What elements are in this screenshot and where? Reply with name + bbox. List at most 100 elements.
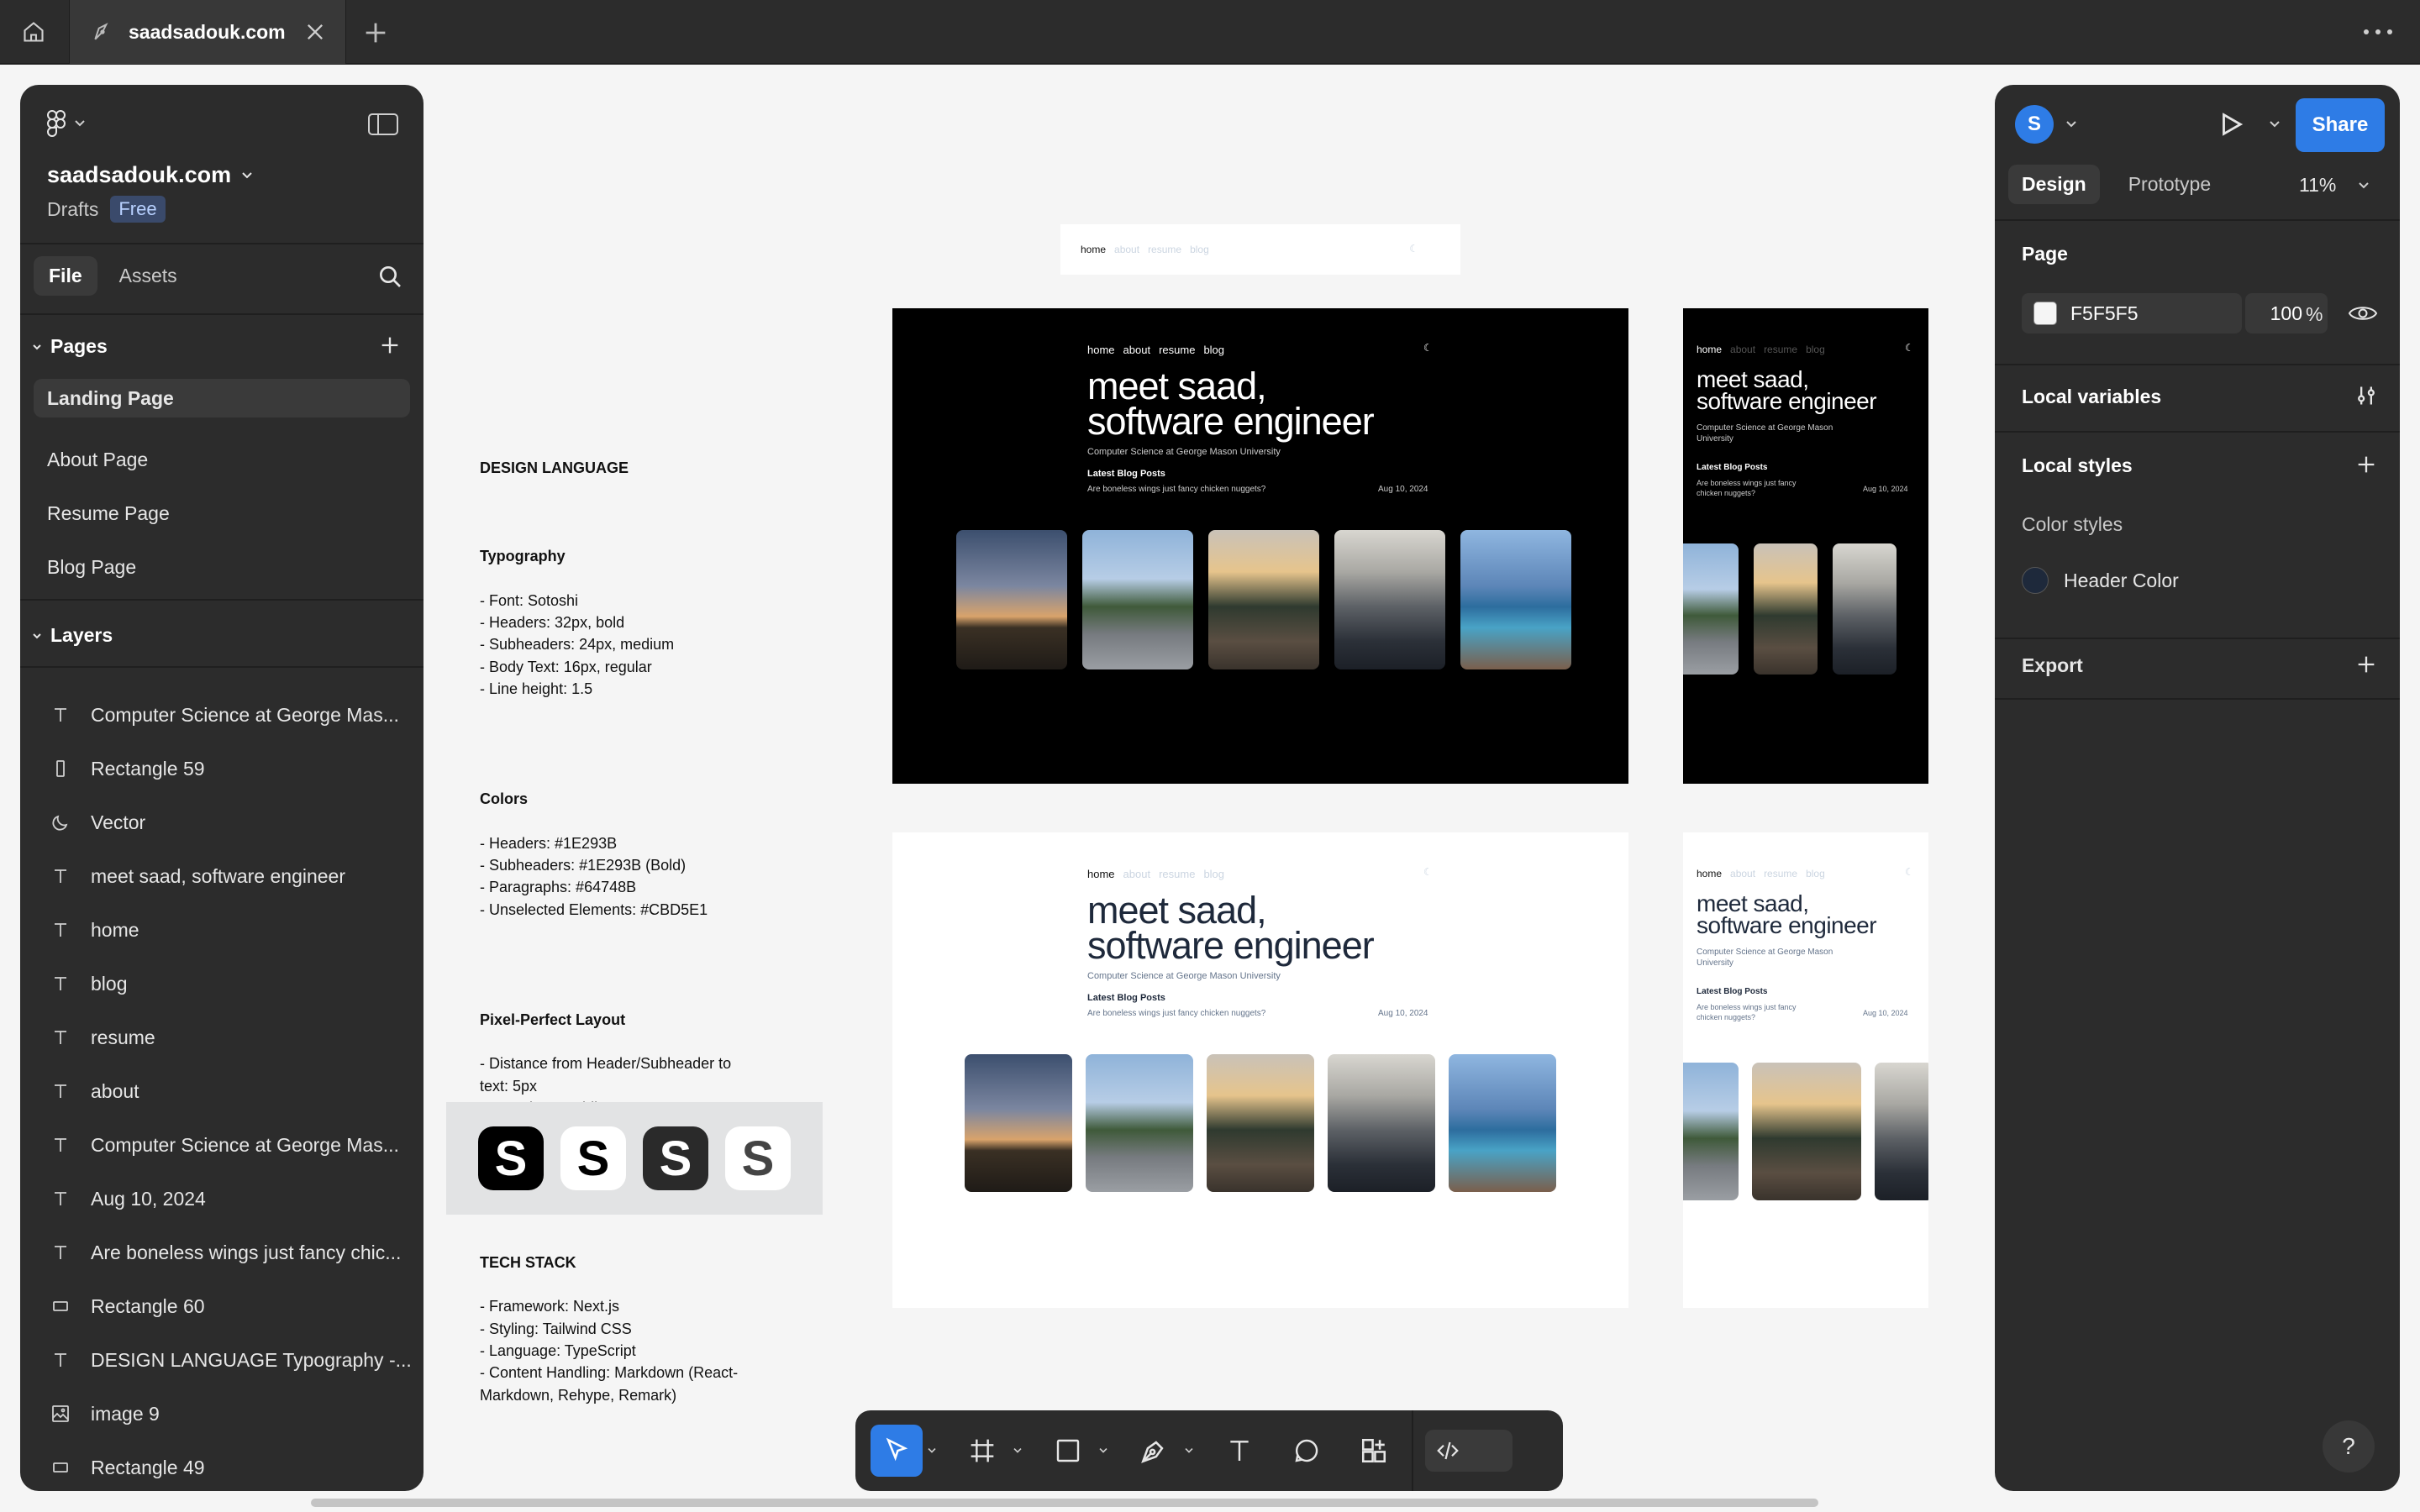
layer-item[interactable]: image 9 [20,1387,424,1441]
left-panel-tabs: File Assets [34,256,199,296]
layers-section-header[interactable]: Layers [29,624,113,647]
layer-item[interactable]: DESIGN LANGUAGE Typography -... [20,1333,424,1387]
zoom-menu[interactable]: 11% [2299,174,2370,197]
nav-resume: resume [1764,868,1798,879]
search-icon[interactable] [376,263,403,290]
text-tool[interactable] [1213,1425,1265,1477]
local-variables-title[interactable]: Local variables [2022,386,2161,408]
frame-tool[interactable] [956,1425,1008,1477]
eye-icon[interactable] [2348,302,2378,325]
divider [1995,431,2400,433]
sidebar-toggle-icon[interactable] [368,113,398,135]
page-item-about[interactable]: About Page [34,433,410,486]
horizontal-scrollbar[interactable] [311,1499,1818,1507]
photo-carousel [956,530,1586,669]
present-play-icon[interactable] [2217,110,2245,139]
chevron-down-icon[interactable] [2269,120,2281,129]
new-tab-button[interactable] [361,18,390,47]
layer-item[interactable]: Rectangle 49 [20,1441,424,1491]
layer-item[interactable]: home [20,903,424,957]
move-tool[interactable] [871,1425,923,1477]
layer-item[interactable]: blog [20,957,424,1011]
file-name-menu[interactable]: saadsadouk.com [47,162,253,188]
shape-tool-menu[interactable] [1094,1425,1113,1477]
photo-cafe [1328,1054,1435,1192]
layer-item[interactable]: Rectangle 60 [20,1279,424,1333]
layer-item[interactable]: resume [20,1011,424,1064]
tab-file[interactable]: File [34,256,97,296]
rectangle-tool[interactable] [1042,1425,1094,1477]
hero-subtitle: Computer Science at George Mason Univers… [1087,447,1281,457]
tab-assets[interactable]: Assets [104,256,192,296]
nav-blog: blog [1203,868,1225,880]
bottom-toolbar [855,1410,1563,1491]
add-style-icon[interactable] [2354,453,2378,476]
text-icon [49,1187,72,1210]
frame-nav: home about resume blog [1087,868,1233,880]
colors-block: Colors - Headers: #1E293B - Subheaders: … [480,766,833,942]
figma-file-icon [94,23,108,40]
photo-golden-palms [1752,1063,1861,1200]
avatar[interactable]: S [2015,105,2054,144]
dev-mode-toggle[interactable] [1425,1430,1512,1472]
logo-gray-square: S [643,1126,708,1190]
tab-design[interactable]: Design [2008,165,2100,204]
frame-mobile-dark[interactable]: home about resume blog ☾ meet saad, softw… [1683,308,1928,784]
post-title-line-1: Are boneless wings just fancy [1697,1003,1797,1011]
chevron-down-icon[interactable] [2065,120,2077,129]
page-item-landing[interactable]: Landing Page [34,379,410,417]
latest-posts-label: Latest Blog Posts [1697,987,1768,996]
frame-tool-menu[interactable] [1008,1425,1027,1477]
page-item-blog[interactable]: Blog Page [34,540,410,594]
drafts-link[interactable]: Drafts [47,198,98,221]
frame-desktop-light[interactable]: home about resume blog ☾ meet saad, softw… [892,832,1628,1308]
fill-opacity-value[interactable]: 100 [2270,302,2302,325]
tech-stack-title: TECH STACK [480,1253,576,1271]
layer-item[interactable]: Computer Science at George Mas... [20,688,424,742]
close-icon[interactable] [303,20,327,44]
nav-component[interactable]: home about resume blog ☾ [1060,224,1460,275]
add-page-icon[interactable] [378,333,402,357]
layer-item[interactable]: Are boneless wings just fancy chic... [20,1226,424,1279]
photo-sunset [956,530,1067,669]
move-tool-menu[interactable] [923,1425,941,1477]
color-style-swatch [2022,567,2049,594]
fill-hex-value[interactable]: F5F5F5 [2070,302,2139,325]
frame-desktop-dark[interactable]: home about resume blog ☾ meet saad, softw… [892,308,1628,784]
more-icon[interactable] [2361,22,2395,42]
design-language-text[interactable]: DESIGN LANGUAGE Typography - Font: Sotos… [480,435,833,1450]
variables-settings-icon[interactable] [2354,384,2378,407]
pen-tool[interactable] [1128,1425,1180,1477]
latest-posts-label: Latest Blog Posts [1697,463,1768,472]
add-export-icon[interactable] [2354,653,2378,676]
tab-prototype[interactable]: Prototype [2115,165,2224,204]
layer-item[interactable]: about [20,1064,424,1118]
nav-blog: blog [1190,244,1209,255]
home-button[interactable] [0,0,67,64]
nav-blog: blog [1806,344,1825,355]
main-menu-button[interactable] [47,108,97,139]
layer-item[interactable]: meet saad, software engineer [20,849,424,903]
layer-item[interactable]: Aug 10, 2024 [20,1172,424,1226]
color-style-item[interactable]: Header Color [2022,567,2179,594]
pen-tool-menu[interactable] [1180,1425,1198,1477]
page-item-resume[interactable]: Resume Page [34,486,410,540]
fill-swatch[interactable] [2033,302,2057,325]
page-section-title: Page [2022,243,2068,265]
share-button[interactable]: Share [2296,98,2385,152]
page-fill-color[interactable]: F5F5F5 [2022,293,2242,333]
layer-item[interactable]: Vector [20,795,424,849]
moon-icon: ☾ [1905,342,1914,354]
help-button[interactable]: ? [2323,1420,2375,1473]
photo-cafe [1334,530,1445,669]
logo-variants[interactable]: S S S S [446,1102,823,1215]
frame-mobile-light[interactable]: home about resume blog ☾ meet saad, softw… [1683,832,1928,1308]
layer-label: Computer Science at George Mas... [91,703,399,726]
nav-blog: blog [1806,868,1825,879]
actions-tool[interactable] [1348,1425,1400,1477]
file-tab[interactable]: saadsadouk.com [69,0,346,64]
comment-tool[interactable] [1281,1425,1333,1477]
pages-section-header[interactable]: Pages [29,335,108,358]
layer-item[interactable]: Rectangle 59 [20,742,424,795]
layer-item[interactable]: Computer Science at George Mas... [20,1118,424,1172]
